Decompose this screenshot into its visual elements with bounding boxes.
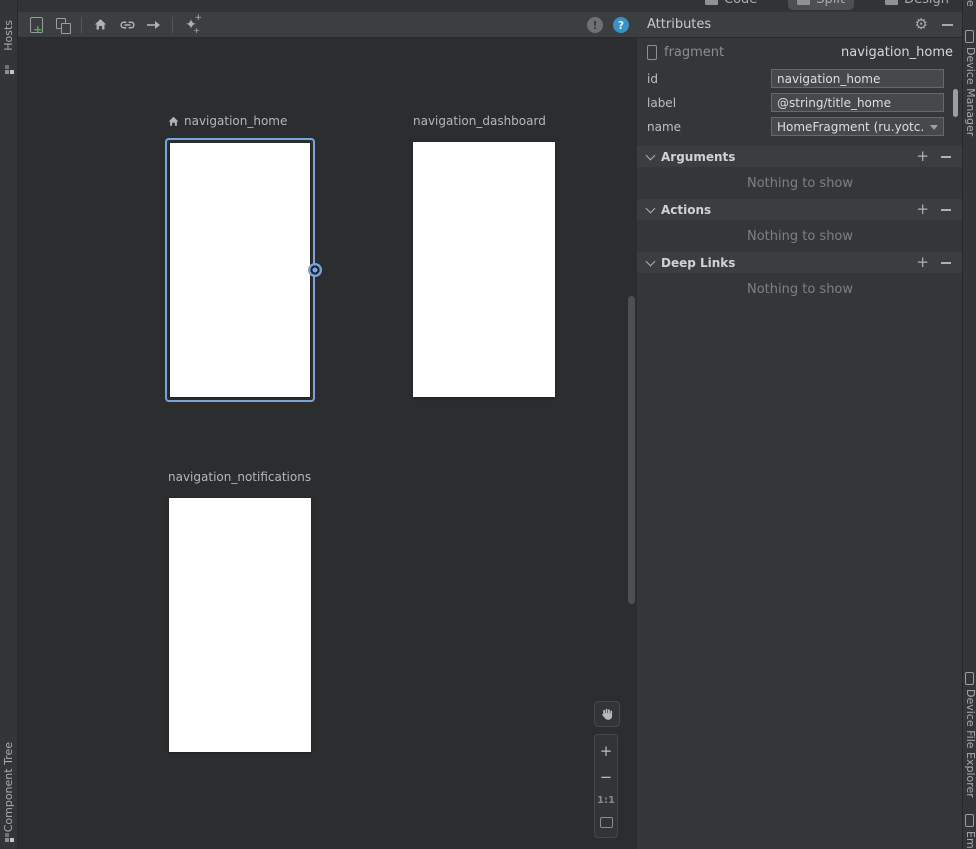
link-icon xyxy=(119,17,136,33)
add-action-icon[interactable]: + xyxy=(916,202,929,217)
add-deep-link-icon[interactable]: + xyxy=(916,255,929,270)
arguments-empty-text: Nothing to show xyxy=(637,176,963,191)
sidebar-tab-component-tree[interactable]: Component Tree xyxy=(2,742,15,832)
hand-pan-icon xyxy=(600,707,614,721)
deep-link-button[interactable] xyxy=(116,14,138,36)
fragment-home-label[interactable]: navigation_home xyxy=(167,114,287,128)
sidebar-tab-emulator[interactable]: Emulator xyxy=(964,831,976,849)
remove-action-icon[interactable] xyxy=(941,209,951,211)
issues-indicator-icon[interactable]: ! xyxy=(587,17,603,33)
help-icon[interactable]: ? xyxy=(613,17,629,33)
new-destination-button[interactable]: + xyxy=(25,14,47,36)
attr-row-id: id navigation_home xyxy=(647,69,953,88)
selected-component-row: fragment navigation_home xyxy=(647,45,953,60)
tab-split-label: Split xyxy=(816,0,845,7)
nested-graph-button[interactable] xyxy=(52,14,74,36)
tab-split[interactable]: Split xyxy=(788,0,854,10)
nav-editor-toolbar: + ✦ + xyxy=(17,12,637,38)
zoom-actual-size-button[interactable]: 1:1 xyxy=(597,795,615,806)
toolbar-separator xyxy=(172,17,173,33)
zoom-out-button[interactable]: − xyxy=(595,770,617,785)
auto-arrange-button[interactable]: ✦ + + xyxy=(180,14,202,36)
attributes-panel: Attributes ⚙ fragment navigation_home id… xyxy=(637,12,963,849)
hide-panel-icon[interactable] xyxy=(942,24,953,26)
left-tool-strip: Hosts Component Tree xyxy=(0,0,18,849)
fragment-notifications-preview[interactable] xyxy=(169,498,311,752)
device-file-explorer-icon xyxy=(965,672,974,685)
fragment-notifications-label[interactable]: navigation_notifications xyxy=(168,470,311,484)
toolbar-separator xyxy=(81,17,82,33)
chevron-expanded-icon xyxy=(646,256,656,266)
zoom-controls: + − 1:1 xyxy=(594,734,618,838)
zoom-to-fit-button[interactable] xyxy=(600,817,613,828)
remove-argument-icon[interactable] xyxy=(941,156,951,158)
nav-graph-canvas[interactable]: navigation_home navigation_dashboard nav… xyxy=(17,39,637,849)
attr-id-field[interactable]: navigation_home xyxy=(771,69,944,88)
hosts-toolwindow-icon[interactable] xyxy=(5,70,9,74)
device-manager-icon xyxy=(965,30,974,43)
remove-deep-link-icon[interactable] xyxy=(941,262,951,264)
tab-code-label: Code xyxy=(724,0,757,7)
sidebar-tab-device-manager[interactable]: Device Manager xyxy=(964,47,976,136)
chevron-down-icon xyxy=(930,125,938,130)
attr-id-label: id xyxy=(647,72,658,86)
zoom-in-button[interactable]: + xyxy=(595,744,617,759)
right-tool-strip: Gradle Device Manager Device File Explor… xyxy=(962,0,976,849)
chevron-expanded-icon xyxy=(646,150,656,160)
fragment-icon xyxy=(647,45,657,60)
section-actions-header[interactable]: Actions + xyxy=(637,199,963,220)
attributes-panel-header: Attributes ⚙ xyxy=(637,12,963,38)
gear-icon[interactable]: ⚙ xyxy=(915,17,928,32)
attr-row-label: label @string/title_home xyxy=(647,93,953,112)
chevron-expanded-icon xyxy=(646,203,656,213)
editor-mode-tabs: Code Split Design xyxy=(696,0,958,10)
split-icon xyxy=(797,0,810,5)
sidebar-tab-device-file-explorer[interactable]: Device File Explorer xyxy=(964,689,976,798)
design-icon xyxy=(885,0,898,5)
tab-code[interactable]: Code xyxy=(696,0,766,10)
component-id: navigation_home xyxy=(841,45,953,60)
section-arguments-header[interactable]: Arguments + xyxy=(637,146,963,167)
tab-design[interactable]: Design xyxy=(876,0,958,10)
fragment-home-preview[interactable] xyxy=(170,143,310,397)
attr-label-label: label xyxy=(647,96,676,110)
start-destination-home-icon xyxy=(167,115,180,128)
toolbar-right-indicators: ! ? xyxy=(587,12,629,38)
sidebar-tab-hosts[interactable]: Hosts xyxy=(2,20,15,51)
emulator-icon xyxy=(965,814,974,827)
canvas-vertical-scrollbar[interactable] xyxy=(628,296,635,604)
navigation-editor-window: Code Split Design Hosts Component Tree G… xyxy=(0,0,976,849)
pan-button[interactable] xyxy=(594,701,620,727)
attr-row-name: name HomeFragment (ru.yotc. xyxy=(647,117,953,136)
assign-start-destination-button[interactable] xyxy=(89,14,111,36)
fragment-home-selection-frame[interactable] xyxy=(165,138,315,402)
fragment-dashboard-preview[interactable] xyxy=(413,142,555,397)
attributes-title: Attributes xyxy=(647,17,711,32)
actions-empty-text: Nothing to show xyxy=(637,229,963,244)
component-tree-toolwindow-icon[interactable] xyxy=(5,838,9,842)
new-destination-icon: + xyxy=(30,17,43,33)
home-icon xyxy=(93,17,108,32)
attr-label-field[interactable]: @string/title_home xyxy=(771,93,944,112)
add-action-button[interactable] xyxy=(143,14,165,36)
attr-name-combobox[interactable]: HomeFragment (ru.yotc. xyxy=(771,117,944,136)
section-deep-links-header[interactable]: Deep Links + xyxy=(637,252,963,273)
panel-scrollbar-thumb[interactable] xyxy=(953,89,958,117)
fragment-dashboard-label[interactable]: navigation_dashboard xyxy=(413,114,546,128)
action-arrow-icon xyxy=(146,20,162,30)
action-connection-handle[interactable] xyxy=(308,263,322,277)
add-argument-icon[interactable]: + xyxy=(916,149,929,164)
tab-design-label: Design xyxy=(904,0,949,7)
deep-links-empty-text: Nothing to show xyxy=(637,282,963,297)
attr-name-label: name xyxy=(647,120,681,134)
component-type: fragment xyxy=(664,45,724,60)
code-icon xyxy=(705,0,718,5)
sidebar-tab-gradle[interactable]: Gradle xyxy=(964,0,976,7)
